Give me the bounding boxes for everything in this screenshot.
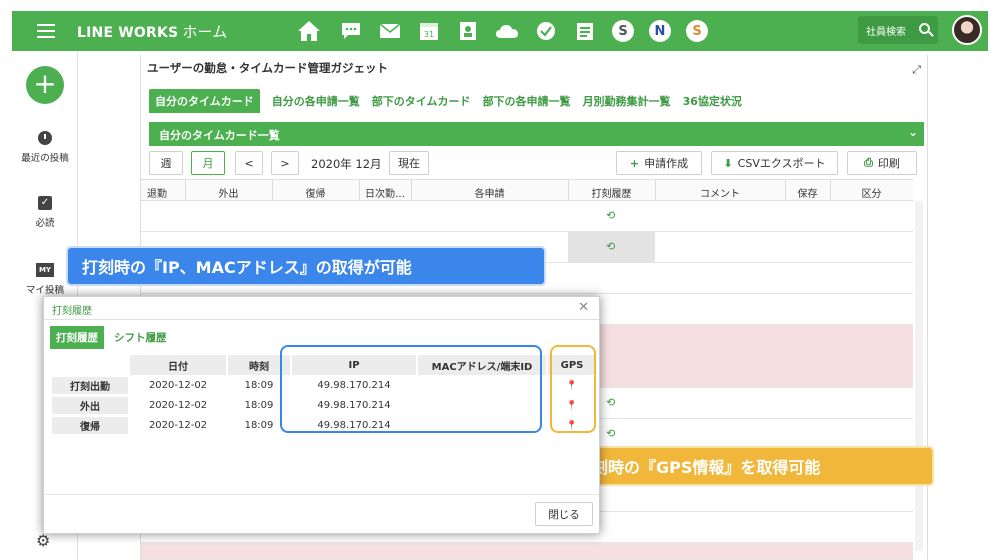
tab-36-agreement[interactable]: 36協定状況 <box>683 93 742 109</box>
timecard-list-header[interactable]: 自分のタイムカード一覧 ⌄ <box>149 122 924 146</box>
app-switcher: 31 S N S <box>294 11 708 51</box>
dialog-tabs: 打刻履歴 シフト履歴 <box>50 326 177 349</box>
callout-ip-mac: 打刻時の『IP、MACアドレス』の取得が可能 <box>66 246 546 286</box>
col-requests: 各申請 <box>474 189 505 200</box>
tab-my-timecard[interactable]: 自分のタイムカード <box>149 89 260 113</box>
gps-highlight <box>550 345 596 433</box>
section-title: 自分のタイムカード一覧 <box>159 129 280 142</box>
timecard-table-header: 退勤 外出 復帰 日次勤… 各申請 打刻履歴 コメント 保存 区分 <box>141 179 913 202</box>
col-comment: コメント <box>700 189 740 200</box>
dialog-title: 打刻履歴 <box>52 306 92 317</box>
create-request-label: 申請作成 <box>644 157 689 170</box>
task-icon[interactable] <box>534 19 558 43</box>
scrollbar[interactable] <box>915 201 923 551</box>
ip-mac-highlight <box>280 345 542 433</box>
close-button[interactable]: 閉じる <box>535 502 593 526</box>
week-button[interactable]: 週 <box>149 151 183 175</box>
history-icon[interactable]: ⟲ <box>606 209 615 222</box>
history-icon[interactable]: ⟲ <box>606 240 615 253</box>
nav-must-read-label: 必読 <box>35 218 55 229</box>
col-out: 外出 <box>218 189 239 200</box>
calendar-icon[interactable]: 31 <box>417 19 441 43</box>
s-app-icon-2[interactable]: S <box>686 20 708 42</box>
top-bar: LINE WORKS ホーム 31 S N S 社員検索 <box>12 11 988 51</box>
compose-button[interactable]: + <box>26 66 64 104</box>
col-return: 復帰 <box>305 189 326 200</box>
print-label: 印刷 <box>877 157 900 170</box>
nav-recent-label: 最近の投稿 <box>21 153 69 164</box>
s-app-icon[interactable]: S <box>612 20 634 42</box>
tab-subordinate-timecard[interactable]: 部下のタイムカード <box>372 93 471 109</box>
avatar[interactable] <box>952 15 982 45</box>
survey-icon[interactable] <box>573 19 597 43</box>
table-row[interactable]: ⟲ <box>141 201 913 232</box>
brand-home: ホーム <box>182 22 228 41</box>
col-daily: 日次勤… <box>365 189 405 200</box>
chat-icon[interactable] <box>339 19 363 43</box>
expand-icon[interactable]: ⤢ <box>912 63 921 77</box>
next-month-button[interactable]: > <box>271 151 299 175</box>
current-month: 2020年 12月 <box>311 157 382 171</box>
tab-subordinate-requests[interactable]: 部下の各申請一覧 <box>483 93 571 109</box>
print-button[interactable]: ⎙ 印刷 <box>847 151 917 175</box>
today-button[interactable]: 現在 <box>389 151 429 175</box>
nav-my-posts-label: マイ投稿 <box>25 285 64 296</box>
col-history: 打刻履歴 <box>591 189 632 200</box>
nav-recent-posts[interactable]: 最近の投稿 <box>12 131 78 164</box>
print-icon: ⎙ <box>864 156 873 169</box>
table-row[interactable] <box>141 543 913 560</box>
gadget-title: ユーザーの勤怠・タイムカード管理ガジェット <box>147 61 389 75</box>
row-label: 復帰 <box>52 417 128 434</box>
drive-icon[interactable] <box>495 19 519 43</box>
download-icon: ⬇ <box>723 156 733 170</box>
calendar-day: 31 <box>424 30 434 39</box>
tab-monthly-summary[interactable]: 月別勤務集計一覧 <box>583 93 671 109</box>
contacts-icon[interactable] <box>456 19 480 43</box>
brand-name: LINE WORKS <box>77 24 179 41</box>
tab-my-requests[interactable]: 自分の各申請一覧 <box>272 93 360 109</box>
employee-search-label: 社員検索 <box>866 26 906 38</box>
punch-history-dialog: 打刻履歴 ✕ 打刻履歴 シフト履歴 日付 時刻 IP MACアドレス/端末ID … <box>43 296 600 534</box>
clock-icon <box>38 131 52 145</box>
csv-export-button[interactable]: ⬇ CSVエクスポート <box>711 151 838 175</box>
timecard-toolbar: 週 月 < > 2020年 12月 現在 + 申請作成 ⬇ CSVエクスポート ⎙ 印… <box>149 151 924 177</box>
tab-punch-history[interactable]: 打刻履歴 <box>50 326 104 349</box>
month-button[interactable]: 月 <box>191 151 225 175</box>
row-label: 外出 <box>52 397 128 414</box>
csv-export-label: CSVエクスポート <box>737 157 826 170</box>
nav-must-read[interactable]: ✓ 必読 <box>12 196 78 229</box>
plus-icon: + <box>629 156 640 170</box>
brand-logo[interactable]: LINE WORKS ホーム <box>77 21 228 42</box>
row-label: 打刻出勤 <box>52 377 128 394</box>
col-clock-out: 退勤 <box>147 189 167 200</box>
row-date: 2020-12-02 <box>148 380 208 391</box>
tab-shift-history[interactable]: シフト履歴 <box>108 326 173 349</box>
history-icon[interactable]: ⟲ <box>606 427 615 440</box>
prev-month-button[interactable]: < <box>235 151 263 175</box>
gadget-tabs: 自分のタイムカード 自分の各申請一覧 部下のタイムカード 部下の各申請一覧 月別… <box>149 89 754 113</box>
search-icon <box>919 23 930 34</box>
callout-gps: 打刻時の『GPS情報』を取得可能 <box>550 446 934 486</box>
n-app-icon[interactable]: N <box>649 20 671 42</box>
chevron-down-icon[interactable]: ⌄ <box>908 125 918 139</box>
col-date: 日付 <box>130 355 226 375</box>
home-icon[interactable] <box>294 19 324 43</box>
history-icon[interactable]: ⟲ <box>606 396 615 409</box>
col-save: 保存 <box>797 189 818 200</box>
close-icon[interactable]: ✕ <box>578 300 589 315</box>
menu-icon[interactable] <box>37 24 55 38</box>
col-category: 区分 <box>861 189 882 200</box>
mail-icon[interactable] <box>378 19 402 43</box>
checkbox-icon: ✓ <box>38 196 52 210</box>
row-date: 2020-12-02 <box>148 400 208 411</box>
employee-search-button[interactable]: 社員検索 <box>858 16 938 44</box>
my-icon: MY <box>36 263 54 277</box>
row-date: 2020-12-02 <box>148 420 208 431</box>
create-request-button[interactable]: + 申請作成 <box>616 151 702 175</box>
